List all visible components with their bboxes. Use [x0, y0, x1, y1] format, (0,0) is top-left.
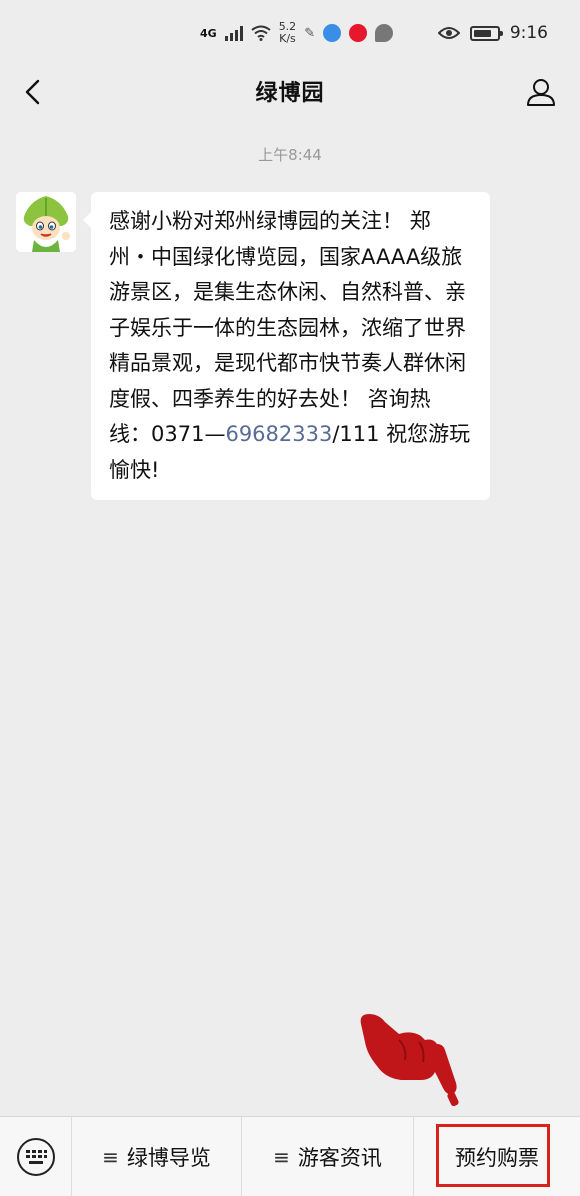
menu-list-icon: ≡ [273, 1144, 290, 1169]
keyboard-toggle-button[interactable] [0, 1116, 72, 1196]
weibo-icon [349, 24, 368, 42]
clock: 9:16 [509, 23, 548, 43]
title-bar: 绿博园 [0, 66, 580, 116]
mascot-leaf-icon [16, 192, 76, 252]
menu-item-visitor-info[interactable]: ≡ 游客资讯 [242, 1116, 414, 1196]
keyboard-icon [16, 1137, 55, 1176]
battery-icon [469, 25, 503, 41]
page-title: 绿博园 [255, 81, 325, 106]
browser-icon [323, 24, 342, 42]
message-bubble: 感谢小粉对郑州绿博园的关注！ 郑州・中国绿化博览园，国家AAAA级旅游景区，是集… [83, 192, 490, 500]
menu-item-label: 游客资讯 [297, 1145, 382, 1170]
status-bar: 4G 5.2 K/s ✎ 9:16 [0, 0, 580, 66]
back-button[interactable] [14, 74, 50, 110]
message-icon [375, 24, 394, 42]
status-right: 9:16 [437, 23, 548, 43]
wifi-icon [251, 25, 271, 41]
profile-button[interactable] [522, 73, 560, 111]
menu-item-label: 绿博导览 [126, 1145, 211, 1170]
menu-list-icon: ≡ [102, 1144, 119, 1169]
status-left: 4G 5.2 K/s ✎ [200, 21, 394, 45]
message-timestamp: 上午8:44 [258, 146, 322, 164]
network-speed: 5.2 K/s [279, 21, 297, 45]
eye-icon [437, 27, 460, 39]
message-text: 感谢小粉对郑州绿博园的关注！ 郑州・中国绿化博览园，国家AAAA级旅游景区，是集… [109, 209, 466, 446]
pointing-hand-icon [360, 1014, 459, 1107]
phone-number-link[interactable]: 69682333 [225, 422, 332, 446]
chevron-left-icon [25, 79, 40, 105]
avatar[interactable] [16, 192, 76, 252]
highlight-annotation-box [436, 1124, 550, 1187]
app-notification-icon: ✎ [304, 25, 316, 41]
signal-icon [224, 25, 243, 41]
person-icon [527, 79, 555, 106]
speed-unit: K/s [279, 32, 296, 45]
menu-item-guide[interactable]: ≡ 绿博导览 [72, 1116, 242, 1196]
network-type: 4G [200, 26, 217, 40]
